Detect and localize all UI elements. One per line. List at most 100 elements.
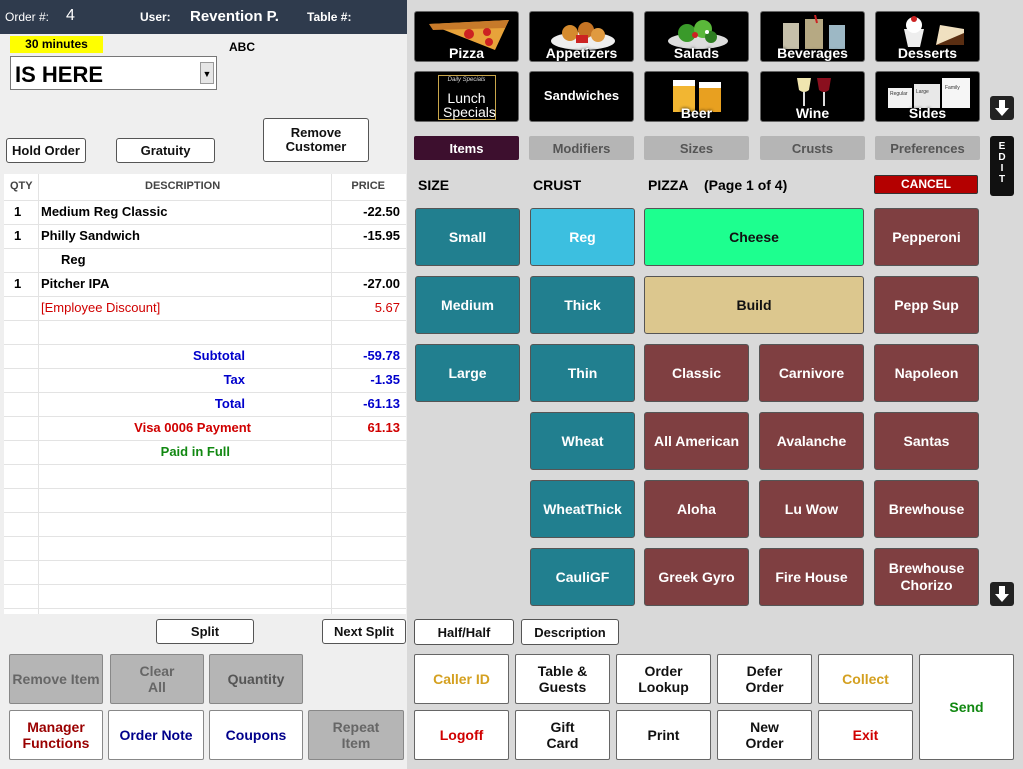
new-order-button[interactable]: New Order: [717, 710, 812, 760]
order-number: 4: [66, 7, 75, 24]
item-qty: 1: [14, 228, 22, 243]
crust-reg-button[interactable]: Reg: [530, 208, 635, 266]
tab-sizes[interactable]: Sizes: [644, 136, 749, 160]
category-label: Pizza: [448, 45, 484, 61]
items-scroll-down-button[interactable]: [990, 582, 1014, 606]
category-wine[interactable]: Wine: [760, 71, 865, 122]
pizza-build-button[interactable]: Build: [644, 276, 864, 334]
item-qty: 1: [14, 276, 22, 291]
category-salads[interactable]: Salads: [644, 11, 749, 62]
coupons-button[interactable]: Coupons: [209, 710, 303, 760]
tab-modifiers[interactable]: Modifiers: [529, 136, 634, 160]
table-row[interactable]: [Employee Discount] 5.67: [4, 296, 406, 321]
defer-order-button[interactable]: Defer Order: [717, 654, 812, 704]
pizza-all-american-button[interactable]: All American: [644, 412, 749, 470]
pizza-napoleon-button[interactable]: Napoleon: [874, 344, 979, 402]
category-sandwiches[interactable]: Sandwiches: [529, 71, 634, 122]
category-label: Sides: [908, 105, 947, 121]
collect-button[interactable]: Collect: [818, 654, 913, 704]
print-button[interactable]: Print: [616, 710, 711, 760]
caller-id-button[interactable]: Caller ID: [414, 654, 509, 704]
edit-button[interactable]: EDIT: [990, 136, 1014, 196]
tab-items[interactable]: Items: [414, 136, 519, 160]
categories-scroll-down-button[interactable]: [990, 96, 1014, 120]
item-description: Pitcher IPA: [41, 276, 110, 291]
payment-row: Visa 0006 Payment 61.13: [4, 416, 406, 441]
category-label: Lunch Specials: [443, 90, 496, 120]
logoff-button[interactable]: Logoff: [414, 710, 509, 760]
table-row[interactable]: Reg: [4, 248, 406, 273]
hold-order-button[interactable]: Hold Order: [6, 138, 86, 163]
lunch-specials-subtitle: Daily Specials: [447, 77, 486, 83]
repeat-item-button[interactable]: Repeat Item: [308, 710, 404, 760]
pizza-fire-house-button[interactable]: Fire House: [759, 548, 864, 606]
tax-value: -1.35: [370, 372, 400, 387]
table-guests-button[interactable]: Table & Guests: [515, 654, 610, 704]
crust-thick-button[interactable]: Thick: [530, 276, 635, 334]
next-split-button[interactable]: Next Split: [322, 619, 406, 644]
chevron-down-icon[interactable]: ▼: [200, 62, 214, 84]
crust-section-header: CRUST: [533, 177, 582, 193]
exit-button[interactable]: Exit: [818, 710, 913, 760]
pizza-greek-gyro-button[interactable]: Greek Gyro: [644, 548, 749, 606]
pizza-pepp-sup-button[interactable]: Pepp Sup: [874, 276, 979, 334]
pizza-avalanche-button[interactable]: Avalanche: [759, 412, 864, 470]
table-header-row: QTY DESCRIPTION PRICE: [4, 174, 406, 201]
tab-crusts[interactable]: Crusts: [760, 136, 865, 160]
description-button[interactable]: Description: [521, 619, 619, 645]
table-row[interactable]: 1 Pitcher IPA -27.00: [4, 272, 406, 297]
pizza-brewhouse-chorizo-button[interactable]: Brewhouse Chorizo: [874, 548, 979, 606]
pizza-brewhouse-button[interactable]: Brewhouse: [874, 480, 979, 538]
pizza-classic-button[interactable]: Classic: [644, 344, 749, 402]
order-status-select[interactable]: IS HERE ▼: [10, 56, 217, 90]
pizza-pepperoni-button[interactable]: Pepperoni: [874, 208, 979, 266]
item-price: -15.95: [363, 228, 400, 243]
category-desserts[interactable]: Desserts: [875, 11, 980, 62]
tab-preferences[interactable]: Preferences: [875, 136, 980, 160]
order-note-button[interactable]: Order Note: [108, 710, 204, 760]
send-button[interactable]: Send: [919, 654, 1014, 760]
gratuity-button[interactable]: Gratuity: [116, 138, 215, 163]
pizza-lu-wow-button[interactable]: Lu Wow: [759, 480, 864, 538]
pizza-cheese-button[interactable]: Cheese: [644, 208, 864, 266]
size-small-button[interactable]: Small: [415, 208, 520, 266]
table-row[interactable]: 1 Medium Reg Classic -22.50: [4, 200, 406, 225]
tax-row: Tax -1.35: [4, 368, 406, 393]
category-beer[interactable]: Beer: [644, 71, 749, 122]
qty-column-header: QTY: [10, 180, 33, 192]
category-sides[interactable]: Regular Large Family Sides: [875, 71, 980, 122]
table-row[interactable]: 1 Philly Sandwich -15.95: [4, 224, 406, 249]
pizza-santas-button[interactable]: Santas: [874, 412, 979, 470]
cancel-button[interactable]: CANCEL: [874, 175, 978, 194]
crust-thin-button[interactable]: Thin: [530, 344, 635, 402]
size-large-button[interactable]: Large: [415, 344, 520, 402]
remove-item-button[interactable]: Remove Item: [9, 654, 103, 704]
clear-all-button[interactable]: Clear All: [110, 654, 204, 704]
pizza-carnivore-button[interactable]: Carnivore: [759, 344, 864, 402]
gift-card-button[interactable]: Gift Card: [515, 710, 610, 760]
paid-status-row: Paid in Full: [4, 440, 406, 465]
arrow-down-icon: [995, 100, 1009, 116]
half-half-button[interactable]: Half/Half: [414, 619, 514, 645]
crust-wheatthick-button[interactable]: WheatThick: [530, 480, 635, 538]
crust-cauligf-button[interactable]: CauliGF: [530, 548, 635, 606]
category-label: Appetizers: [545, 45, 618, 61]
category-pizza[interactable]: Pizza: [414, 11, 519, 62]
crust-wheat-button[interactable]: Wheat: [530, 412, 635, 470]
size-medium-button[interactable]: Medium: [415, 276, 520, 334]
item-description: Philly Sandwich: [41, 228, 140, 243]
quantity-button[interactable]: Quantity: [209, 654, 303, 704]
category-label: Salads: [673, 45, 720, 61]
side-size-label: Regular: [890, 91, 908, 97]
category-lunch-specials[interactable]: Daily Specials Lunch Specials: [414, 71, 519, 122]
order-header: Order #: 4 User: Revention P. Table #:: [0, 0, 407, 34]
item-qty: 1: [14, 204, 22, 219]
split-button[interactable]: Split: [156, 619, 254, 644]
manager-functions-button[interactable]: Manager Functions: [9, 710, 103, 760]
pizza-aloha-button[interactable]: Aloha: [644, 480, 749, 538]
total-row: Total -61.13: [4, 392, 406, 417]
category-appetizers[interactable]: Appetizers: [529, 11, 634, 62]
remove-customer-button[interactable]: Remove Customer: [263, 118, 369, 162]
order-lookup-button[interactable]: Order Lookup: [616, 654, 711, 704]
category-beverages[interactable]: Beverages: [760, 11, 865, 62]
